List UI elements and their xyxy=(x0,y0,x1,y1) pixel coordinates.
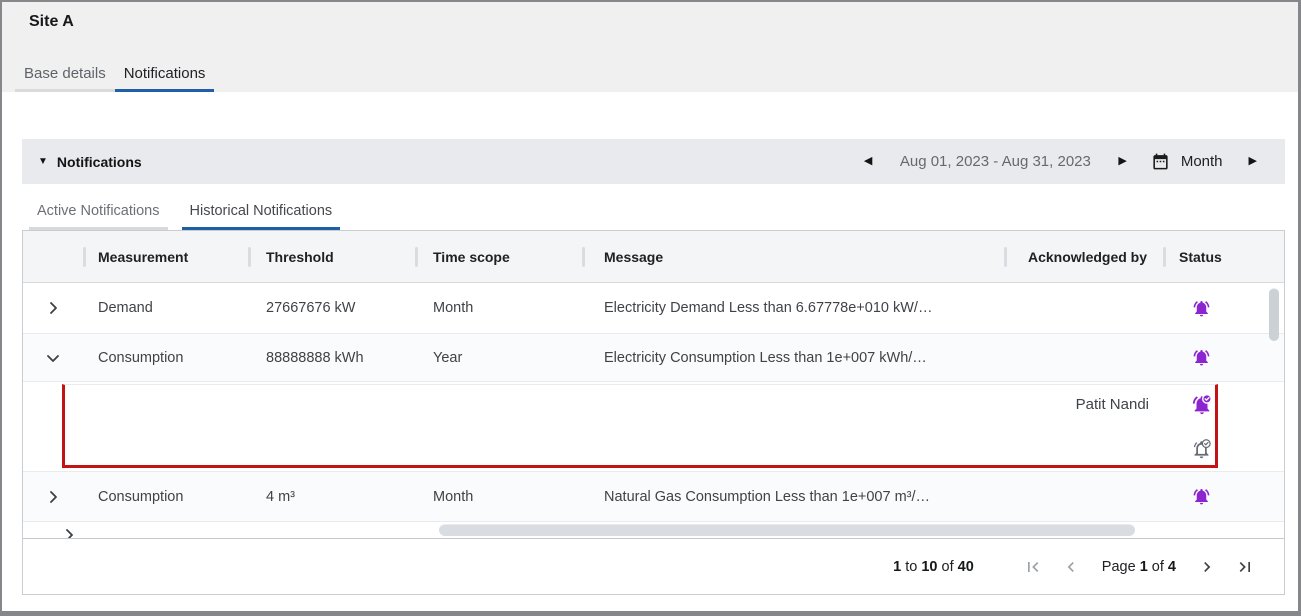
header-message: Message xyxy=(582,231,1004,282)
notifications-table: Measurement Threshold Time scope Message… xyxy=(22,230,1285,595)
cell-acknowledged-by: Patit Nandi xyxy=(1004,396,1163,413)
tab-notifications[interactable]: Notifications xyxy=(115,59,215,92)
cell-status xyxy=(1163,487,1284,506)
chevron-right-icon xyxy=(61,527,77,538)
pagination-page-label: Page 1 of 4 xyxy=(1102,559,1176,575)
first-page-icon[interactable] xyxy=(1022,556,1044,578)
bell-acknowledged-inactive-icon[interactable] xyxy=(1191,439,1212,460)
date-navigator: ◀ Aug 01, 2023 - Aug 31, 2023 ▶ Month ▶ xyxy=(860,152,1285,171)
header-label: Threshold xyxy=(266,249,334,265)
pagination-controls: Page 1 of 4 xyxy=(1022,556,1256,578)
range-of-label: of xyxy=(942,559,954,575)
chevron-right-icon[interactable] xyxy=(41,485,65,509)
cell-status xyxy=(1163,394,1284,416)
granularity-selector[interactable]: Month xyxy=(1181,153,1223,170)
detail-row xyxy=(23,427,1284,472)
date-range-label: Aug 01, 2023 - Aug 31, 2023 xyxy=(888,153,1102,170)
bell-ringing-icon xyxy=(1192,299,1211,318)
header-label: Acknowledged by xyxy=(1028,249,1147,265)
granularity-next-icon[interactable]: ▶ xyxy=(1245,156,1261,167)
table-header-row: Measurement Threshold Time scope Message… xyxy=(23,231,1284,283)
subtab-active-notifications[interactable]: Active Notifications xyxy=(29,195,168,230)
cell-measurement: Consumption xyxy=(83,489,248,505)
calendar-icon[interactable] xyxy=(1151,152,1170,171)
chevron-right-icon[interactable] xyxy=(41,296,65,320)
prev-period-icon[interactable]: ◀ xyxy=(860,156,876,167)
notifications-subtabs: Active Notifications Historical Notifica… xyxy=(22,184,1285,230)
header-label: Message xyxy=(604,249,663,265)
column-divider xyxy=(415,247,418,267)
tab-base-details[interactable]: Base details xyxy=(15,59,115,92)
cell-message: Natural Gas Consumption Less than 1e+007… xyxy=(582,489,1004,505)
cell-threshold: 88888888 kWh xyxy=(248,350,415,366)
table-row[interactable]: Consumption 88888888 kWh Year Electricit… xyxy=(23,333,1284,381)
horizontal-scrollbar-thumb[interactable] xyxy=(439,524,1135,536)
cell-threshold: 4 m³ xyxy=(248,489,415,505)
bell-ringing-icon xyxy=(1192,487,1211,506)
pagination-bar: 1 to 10 of 40 Page 1 of 4 xyxy=(23,538,1284,594)
cell-status xyxy=(1163,348,1284,367)
bell-ringing-icon xyxy=(1192,348,1211,367)
range-to: 10 xyxy=(921,559,937,575)
vertical-scrollbar-thumb[interactable] xyxy=(1269,288,1279,341)
table-body: Demand 27667676 kW Month Electricity Dem… xyxy=(23,283,1284,538)
cell-status xyxy=(1163,439,1284,460)
bell-acknowledged-active-icon[interactable] xyxy=(1191,394,1213,416)
page-current: 1 xyxy=(1140,559,1148,575)
column-divider xyxy=(83,247,86,267)
next-period-icon[interactable]: ▶ xyxy=(1114,156,1130,167)
pagination-range: 1 to 10 of 40 xyxy=(893,559,974,575)
range-from: 1 xyxy=(893,559,901,575)
last-page-icon[interactable] xyxy=(1234,556,1256,578)
next-page-icon[interactable] xyxy=(1196,556,1218,578)
header-threshold: Threshold xyxy=(248,231,415,282)
notifications-section-bar: ▼ Notifications ◀ Aug 01, 2023 - Aug 31,… xyxy=(22,139,1285,184)
cell-time-scope: Year xyxy=(415,350,582,366)
cell-time-scope: Month xyxy=(415,300,582,316)
triangle-down-icon[interactable]: ▼ xyxy=(38,156,48,167)
range-total: 40 xyxy=(958,559,974,575)
main-tabs: Base details Notifications xyxy=(15,59,214,92)
header-acknowledged-by: Acknowledged by xyxy=(1004,231,1163,282)
column-divider xyxy=(582,247,585,267)
notifications-card: ▼ Notifications ◀ Aug 01, 2023 - Aug 31,… xyxy=(22,139,1285,595)
header-status: Status xyxy=(1163,231,1284,282)
page-word: Page xyxy=(1102,559,1136,575)
previous-page-icon[interactable] xyxy=(1060,556,1082,578)
cell-threshold: 27667676 kW xyxy=(248,300,415,316)
header-time-scope: Time scope xyxy=(415,231,582,282)
page-title: Site A xyxy=(29,13,74,31)
cell-status xyxy=(1163,299,1284,318)
cell-measurement: Demand xyxy=(83,300,248,316)
header-measurement: Measurement xyxy=(83,231,248,282)
header-label: Status xyxy=(1179,249,1222,265)
cell-time-scope: Month xyxy=(415,489,582,505)
header-label: Time scope xyxy=(433,249,510,265)
table-row[interactable]: Consumption 4 m³ Month Natural Gas Consu… xyxy=(23,471,1284,521)
subtab-historical-notifications[interactable]: Historical Notifications xyxy=(182,195,341,230)
header-expander-column xyxy=(23,231,83,282)
expanded-detail-rows: Patit Nandi xyxy=(23,381,1284,471)
page-of-label: of xyxy=(1152,559,1164,575)
cell-message: Electricity Demand Less than 6.67778e+01… xyxy=(582,300,1004,316)
table-row[interactable]: Demand 27667676 kW Month Electricity Dem… xyxy=(23,283,1284,333)
cell-message: Electricity Consumption Less than 1e+007… xyxy=(582,350,1004,366)
section-title: Notifications xyxy=(57,154,142,170)
range-to-label: to xyxy=(905,559,917,575)
column-divider xyxy=(248,247,251,267)
column-divider xyxy=(1004,247,1007,267)
detail-row: Patit Nandi xyxy=(23,382,1284,427)
page-header: Site A Base details Notifications xyxy=(2,2,1298,92)
cell-measurement: Consumption xyxy=(83,350,248,366)
column-divider xyxy=(1163,247,1166,267)
header-label: Measurement xyxy=(98,249,188,265)
chevron-down-icon[interactable] xyxy=(41,346,65,370)
site-window: Site A Base details Notifications ▼ Noti… xyxy=(0,0,1301,616)
page-total: 4 xyxy=(1168,559,1176,575)
